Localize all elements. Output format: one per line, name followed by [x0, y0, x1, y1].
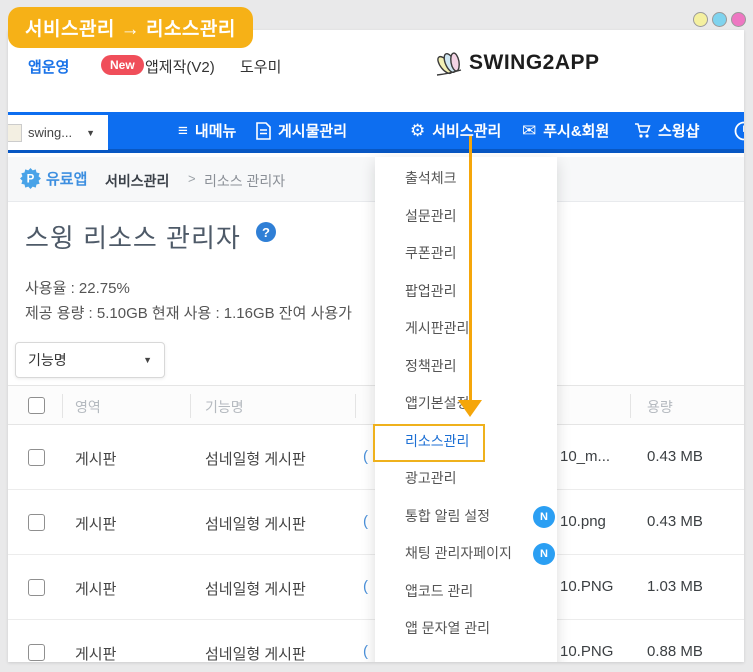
nav-label: 푸시&회원: [543, 120, 609, 141]
new-feature-badge: N: [533, 543, 555, 565]
nav-label: 내메뉴: [195, 120, 236, 141]
main-window: 앱운영 New 앱제작(V2) 도우미 SWING2APP swing... ▼…: [8, 30, 744, 662]
clock-icon: [733, 120, 744, 142]
menu-item-coupon[interactable]: 쿠폰관리: [375, 235, 557, 273]
cell-size: 0.43 MB: [647, 513, 703, 530]
logo-text: SWING2APP: [469, 51, 600, 75]
nav-label: 스윙샵: [658, 120, 699, 141]
paid-app-label: 유료앱: [46, 168, 87, 189]
menu-item-chat-admin[interactable]: 채팅 관리자페이지 N: [375, 535, 557, 573]
column-header-area: 영역: [75, 397, 101, 417]
annotation-banner: 서비스관리 → 리소스관리: [8, 7, 253, 48]
menu-icon: ≡: [178, 122, 188, 139]
main-nav: swing... ▼ ≡ 내메뉴 게시물관리 ⚙ 서비스관리 ✉ 푸시&회원: [8, 112, 744, 153]
cell-link-fragment: (: [363, 448, 368, 465]
new-feature-badge: N: [533, 506, 555, 528]
cart-icon: [634, 122, 651, 139]
cell-feature: 섬네일형 게시판: [205, 578, 306, 599]
cell-size: 0.43 MB: [647, 448, 703, 465]
tab-app-operation[interactable]: 앱운영: [28, 56, 69, 77]
chevron-down-icon: ▼: [86, 128, 95, 138]
nav-item-clipped[interactable]: [733, 112, 744, 149]
annotation-highlight-box: [373, 424, 485, 462]
nav-label: 서비스관리: [432, 120, 501, 141]
menu-item-app-string[interactable]: 앱 문자열 관리: [375, 610, 557, 648]
row-checkbox[interactable]: [28, 644, 45, 661]
nav-label: 게시물관리: [278, 120, 347, 141]
row-checkbox[interactable]: [28, 579, 45, 596]
tab-app-create[interactable]: 앱제작(V2): [145, 56, 215, 77]
select-all-checkbox[interactable]: [28, 397, 45, 414]
menu-item-label: 통합 알림 설정: [405, 508, 490, 524]
svg-text:P: P: [27, 174, 35, 186]
cell-feature: 섬네일형 게시판: [205, 448, 306, 469]
menu-item-notification[interactable]: 통합 알림 설정 N: [375, 498, 557, 536]
cell-filename[interactable]: 10.PNG: [560, 578, 613, 595]
cell-filename[interactable]: 10_m...: [560, 448, 610, 465]
cell-link-fragment: (: [363, 513, 368, 530]
cell-area: 게시판: [75, 448, 116, 469]
tab-helper[interactable]: 도우미: [240, 56, 281, 77]
app-selector-value: swing...: [28, 125, 72, 140]
nav-item-service-management[interactable]: ⚙ 서비스관리: [410, 112, 501, 149]
column-header-feature: 기능명: [205, 397, 244, 417]
mail-icon: ✉: [522, 122, 536, 139]
menu-item-label: 채팅 관리자페이지: [405, 545, 512, 561]
filter-selected-value: 기능명: [28, 350, 67, 370]
help-icon[interactable]: ?: [256, 222, 276, 242]
paid-app-badge: P 유료앱: [20, 168, 87, 189]
seal-icon: P: [20, 168, 41, 189]
menu-item-popup[interactable]: 팝업관리: [375, 273, 557, 311]
app-thumbnail: [8, 124, 22, 142]
feature-filter-select[interactable]: 기능명 ▼: [15, 342, 165, 378]
swing2app-logo[interactable]: SWING2APP: [433, 48, 600, 78]
menu-item-attendance[interactable]: 출석체크: [375, 160, 557, 198]
annotation-arrow-line: [469, 136, 472, 400]
new-badge: New: [101, 55, 144, 75]
cell-area: 게시판: [75, 513, 116, 534]
cell-feature: 섬네일형 게시판: [205, 643, 306, 662]
row-checkbox[interactable]: [28, 514, 45, 531]
cell-area: 게시판: [75, 578, 116, 599]
cell-link-fragment: (: [363, 578, 368, 595]
app-selector-dropdown[interactable]: swing... ▼: [8, 115, 108, 150]
nav-item-my-menu[interactable]: ≡ 내메뉴: [178, 112, 236, 149]
nav-item-push-members[interactable]: ✉ 푸시&회원: [522, 112, 609, 149]
page-title: 스윙 리소스 관리자: [25, 218, 241, 255]
row-checkbox[interactable]: [28, 449, 45, 466]
column-header-size: 용량: [647, 397, 673, 417]
window-dot-pink[interactable]: [731, 12, 746, 27]
cell-filename[interactable]: 10.PNG: [560, 643, 613, 660]
window-dot-blue[interactable]: [712, 12, 727, 27]
menu-item-app-code[interactable]: 앱코드 관리: [375, 573, 557, 611]
cell-area: 게시판: [75, 643, 116, 662]
cell-filename[interactable]: 10.png: [560, 513, 606, 530]
window-controls: [693, 12, 746, 27]
breadcrumb-section[interactable]: 서비스관리: [105, 171, 169, 191]
annotation-arrow-head: [458, 400, 482, 417]
gear-icon: ⚙: [410, 122, 425, 139]
logo-leaves-icon: [433, 48, 465, 78]
breadcrumb-current: 리소스 관리자: [204, 171, 285, 191]
nav-item-post-management[interactable]: 게시물관리: [256, 112, 347, 149]
document-icon: [256, 122, 271, 140]
window-dot-yellow[interactable]: [693, 12, 708, 27]
menu-item-survey[interactable]: 설문관리: [375, 198, 557, 236]
menu-item-policy[interactable]: 정책관리: [375, 348, 557, 386]
menu-item-board[interactable]: 게시판관리: [375, 310, 557, 348]
cell-link-fragment: (: [363, 643, 368, 660]
cell-size: 0.88 MB: [647, 643, 703, 660]
menu-item-ad[interactable]: 광고관리: [375, 460, 557, 498]
chevron-down-icon: ▼: [143, 355, 152, 365]
breadcrumb-separator: >: [188, 171, 196, 186]
cell-feature: 섬네일형 게시판: [205, 513, 306, 534]
nav-item-swing-shop[interactable]: 스윙샵: [634, 112, 699, 149]
cell-size: 1.03 MB: [647, 578, 703, 595]
usage-rate-text: 사용율 : 22.75%: [25, 277, 130, 298]
